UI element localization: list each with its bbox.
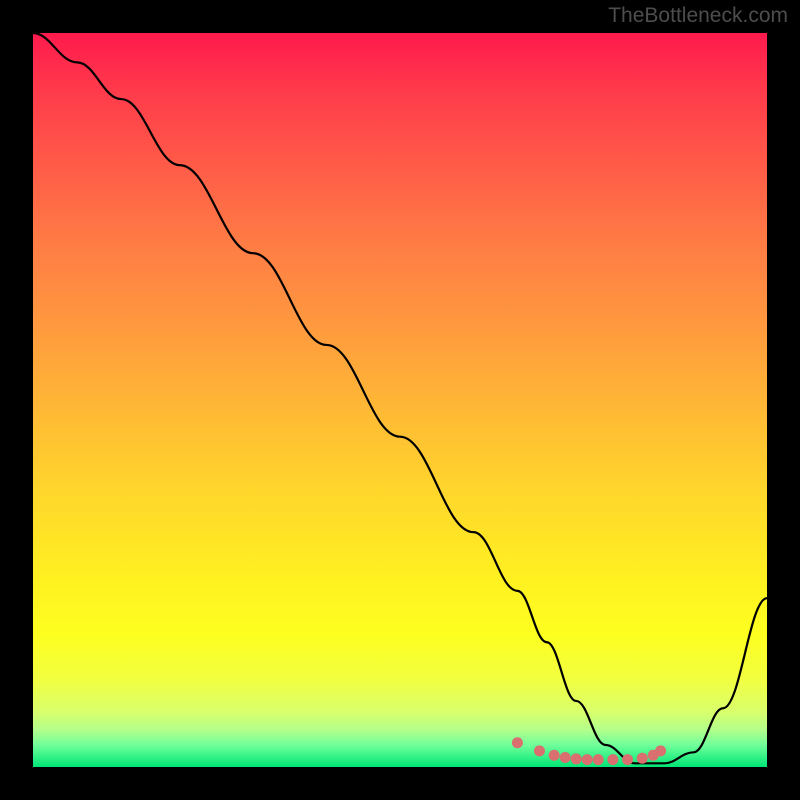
chart-curve: [33, 33, 767, 763]
chart-marker: [549, 750, 560, 761]
chart-marker: [655, 745, 666, 756]
chart-marker: [593, 754, 604, 765]
chart-marker: [637, 753, 648, 764]
chart-marker: [571, 753, 582, 764]
chart-marker: [622, 754, 633, 765]
chart-marker: [607, 754, 618, 765]
chart-svg-layer: [33, 33, 767, 767]
chart-marker: [560, 752, 571, 763]
chart-plot-area: [33, 33, 767, 767]
watermark-text: TheBottleneck.com: [608, 4, 788, 28]
chart-marker: [582, 754, 593, 765]
chart-marker: [512, 737, 523, 748]
chart-marker: [534, 745, 545, 756]
chart-markers: [512, 737, 666, 765]
